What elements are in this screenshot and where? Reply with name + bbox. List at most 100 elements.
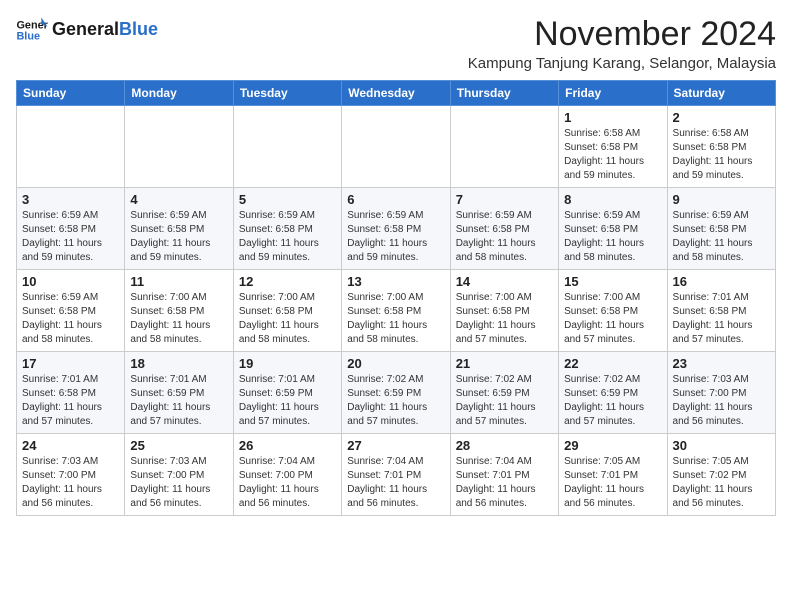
calendar-cell: 29 Sunrise: 7:05 AM Sunset: 7:01 PM Dayli… bbox=[559, 434, 667, 516]
day-info: Sunrise: 7:01 AM Sunset: 6:59 PM Dayligh… bbox=[239, 373, 336, 429]
day-number: 29 bbox=[564, 438, 661, 453]
day-number: 11 bbox=[130, 274, 227, 289]
calendar-cell: 23 Sunrise: 7:03 AM Sunset: 7:00 PM Dayli… bbox=[667, 352, 775, 434]
day-info: Sunrise: 7:00 AM Sunset: 6:58 PM Dayligh… bbox=[347, 291, 444, 347]
page-header: General Blue GeneralBlue November 2024 K… bbox=[16, 16, 776, 72]
day-info: Sunrise: 7:00 AM Sunset: 6:58 PM Dayligh… bbox=[564, 291, 661, 347]
day-number: 8 bbox=[564, 192, 661, 207]
calendar-cell: 21 Sunrise: 7:02 AM Sunset: 6:59 PM Dayli… bbox=[450, 352, 558, 434]
day-info: Sunrise: 7:05 AM Sunset: 7:01 PM Dayligh… bbox=[564, 455, 661, 511]
logo-text: GeneralBlue bbox=[52, 20, 158, 40]
day-info: Sunrise: 7:01 AM Sunset: 6:59 PM Dayligh… bbox=[130, 373, 227, 429]
day-info: Sunrise: 7:03 AM Sunset: 7:00 PM Dayligh… bbox=[673, 373, 770, 429]
day-of-week-header: Wednesday bbox=[342, 81, 450, 106]
calendar-cell bbox=[450, 106, 558, 188]
day-number: 14 bbox=[456, 274, 553, 289]
calendar-cell: 26Sunrise: 7:04 AM Sunset: 7:00 PM Dayli… bbox=[233, 434, 341, 516]
calendar-cell bbox=[342, 106, 450, 188]
day-info: Sunrise: 6:58 AM Sunset: 6:58 PM Dayligh… bbox=[673, 127, 770, 183]
day-number: 21 bbox=[456, 356, 553, 371]
day-number: 18 bbox=[130, 356, 227, 371]
calendar-cell: 8 Sunrise: 6:59 AM Sunset: 6:58 PM Daylig… bbox=[559, 188, 667, 270]
day-info: Sunrise: 6:59 AM Sunset: 6:58 PM Dayligh… bbox=[22, 291, 119, 347]
calendar-body: 1 Sunrise: 6:58 AM Sunset: 6:58 PM Daylig… bbox=[17, 106, 776, 516]
day-number: 22 bbox=[564, 356, 661, 371]
calendar-cell: 28 Sunrise: 7:04 AM Sunset: 7:01 PM Dayli… bbox=[450, 434, 558, 516]
day-number: 3 bbox=[22, 192, 119, 207]
day-number: 6 bbox=[347, 192, 444, 207]
generalblue-logo-icon: General Blue bbox=[16, 16, 48, 44]
day-number: 13 bbox=[347, 274, 444, 289]
calendar-cell: 12 Sunrise: 7:00 AM Sunset: 6:58 PM Dayli… bbox=[233, 270, 341, 352]
calendar-week-row: 24Sunrise: 7:03 AM Sunset: 7:00 PM Dayli… bbox=[17, 434, 776, 516]
calendar-cell: 22 Sunrise: 7:02 AM Sunset: 6:59 PM Dayli… bbox=[559, 352, 667, 434]
day-info: Sunrise: 7:04 AM Sunset: 7:01 PM Dayligh… bbox=[456, 455, 553, 511]
calendar-cell: 16Sunrise: 7:01 AM Sunset: 6:58 PM Dayli… bbox=[667, 270, 775, 352]
month-year-title: November 2024 bbox=[468, 16, 776, 53]
calendar-cell: 17Sunrise: 7:01 AM Sunset: 6:58 PM Dayli… bbox=[17, 352, 125, 434]
day-header-row: SundayMondayTuesdayWednesdayThursdayFrid… bbox=[17, 81, 776, 106]
day-info: Sunrise: 7:00 AM Sunset: 6:58 PM Dayligh… bbox=[239, 291, 336, 347]
day-info: Sunrise: 7:00 AM Sunset: 6:58 PM Dayligh… bbox=[130, 291, 227, 347]
title-block: November 2024 Kampung Tanjung Karang, Se… bbox=[468, 16, 776, 72]
day-info: Sunrise: 7:02 AM Sunset: 6:59 PM Dayligh… bbox=[564, 373, 661, 429]
day-of-week-header: Saturday bbox=[667, 81, 775, 106]
calendar-cell: 13 Sunrise: 7:00 AM Sunset: 6:58 PM Dayli… bbox=[342, 270, 450, 352]
day-info: Sunrise: 6:59 AM Sunset: 6:58 PM Dayligh… bbox=[673, 209, 770, 265]
day-info: Sunrise: 7:04 AM Sunset: 7:00 PM Dayligh… bbox=[239, 455, 336, 511]
day-number: 9 bbox=[673, 192, 770, 207]
day-info: Sunrise: 7:00 AM Sunset: 6:58 PM Dayligh… bbox=[456, 291, 553, 347]
day-number: 1 bbox=[564, 110, 661, 125]
day-number: 15 bbox=[564, 274, 661, 289]
day-number: 12 bbox=[239, 274, 336, 289]
location-subtitle: Kampung Tanjung Karang, Selangor, Malays… bbox=[468, 55, 776, 72]
calendar-cell: 15 Sunrise: 7:00 AM Sunset: 6:58 PM Dayli… bbox=[559, 270, 667, 352]
calendar-cell: 14 Sunrise: 7:00 AM Sunset: 6:58 PM Dayli… bbox=[450, 270, 558, 352]
calendar-cell: 4Sunrise: 6:59 AM Sunset: 6:58 PM Daylig… bbox=[125, 188, 233, 270]
day-number: 7 bbox=[456, 192, 553, 207]
logo: General Blue GeneralBlue bbox=[16, 16, 158, 44]
day-info: Sunrise: 7:03 AM Sunset: 7:00 PM Dayligh… bbox=[22, 455, 119, 511]
day-of-week-header: Tuesday bbox=[233, 81, 341, 106]
calendar-cell: 3 Sunrise: 6:59 AM Sunset: 6:58 PM Daylig… bbox=[17, 188, 125, 270]
calendar-cell: 24Sunrise: 7:03 AM Sunset: 7:00 PM Dayli… bbox=[17, 434, 125, 516]
calendar-cell bbox=[125, 106, 233, 188]
day-of-week-header: Thursday bbox=[450, 81, 558, 106]
day-number: 25 bbox=[130, 438, 227, 453]
day-number: 23 bbox=[673, 356, 770, 371]
day-number: 5 bbox=[239, 192, 336, 207]
day-info: Sunrise: 7:03 AM Sunset: 7:00 PM Dayligh… bbox=[130, 455, 227, 511]
day-info: Sunrise: 7:04 AM Sunset: 7:01 PM Dayligh… bbox=[347, 455, 444, 511]
day-info: Sunrise: 7:02 AM Sunset: 6:59 PM Dayligh… bbox=[456, 373, 553, 429]
calendar-table: SundayMondayTuesdayWednesdayThursdayFrid… bbox=[16, 80, 776, 516]
day-info: Sunrise: 6:58 AM Sunset: 6:58 PM Dayligh… bbox=[564, 127, 661, 183]
day-info: Sunrise: 6:59 AM Sunset: 6:58 PM Dayligh… bbox=[456, 209, 553, 265]
calendar-cell: 27 Sunrise: 7:04 AM Sunset: 7:01 PM Dayli… bbox=[342, 434, 450, 516]
day-of-week-header: Friday bbox=[559, 81, 667, 106]
calendar-week-row: 17Sunrise: 7:01 AM Sunset: 6:58 PM Dayli… bbox=[17, 352, 776, 434]
day-info: Sunrise: 6:59 AM Sunset: 6:58 PM Dayligh… bbox=[564, 209, 661, 265]
calendar-cell: 18 Sunrise: 7:01 AM Sunset: 6:59 PM Dayli… bbox=[125, 352, 233, 434]
day-number: 20 bbox=[347, 356, 444, 371]
day-of-week-header: Sunday bbox=[17, 81, 125, 106]
day-number: 30 bbox=[673, 438, 770, 453]
day-info: Sunrise: 6:59 AM Sunset: 6:58 PM Dayligh… bbox=[22, 209, 119, 265]
calendar-week-row: 3 Sunrise: 6:59 AM Sunset: 6:58 PM Daylig… bbox=[17, 188, 776, 270]
day-info: Sunrise: 6:59 AM Sunset: 6:58 PM Dayligh… bbox=[130, 209, 227, 265]
day-number: 28 bbox=[456, 438, 553, 453]
calendar-cell: 20Sunrise: 7:02 AM Sunset: 6:59 PM Dayli… bbox=[342, 352, 450, 434]
calendar-cell: 9 Sunrise: 6:59 AM Sunset: 6:58 PM Daylig… bbox=[667, 188, 775, 270]
calendar-cell: 25 Sunrise: 7:03 AM Sunset: 7:00 PM Dayli… bbox=[125, 434, 233, 516]
day-number: 27 bbox=[347, 438, 444, 453]
day-number: 19 bbox=[239, 356, 336, 371]
day-info: Sunrise: 6:59 AM Sunset: 6:58 PM Dayligh… bbox=[347, 209, 444, 265]
day-info: Sunrise: 6:59 AM Sunset: 6:58 PM Dayligh… bbox=[239, 209, 336, 265]
day-info: Sunrise: 7:01 AM Sunset: 6:58 PM Dayligh… bbox=[22, 373, 119, 429]
calendar-week-row: 1 Sunrise: 6:58 AM Sunset: 6:58 PM Daylig… bbox=[17, 106, 776, 188]
calendar-cell: 2Sunrise: 6:58 AM Sunset: 6:58 PM Daylig… bbox=[667, 106, 775, 188]
calendar-cell: 30 Sunrise: 7:05 AM Sunset: 7:02 PM Dayli… bbox=[667, 434, 775, 516]
day-info: Sunrise: 7:05 AM Sunset: 7:02 PM Dayligh… bbox=[673, 455, 770, 511]
calendar-week-row: 10Sunrise: 6:59 AM Sunset: 6:58 PM Dayli… bbox=[17, 270, 776, 352]
calendar-cell bbox=[17, 106, 125, 188]
calendar-cell: 7 Sunrise: 6:59 AM Sunset: 6:58 PM Daylig… bbox=[450, 188, 558, 270]
